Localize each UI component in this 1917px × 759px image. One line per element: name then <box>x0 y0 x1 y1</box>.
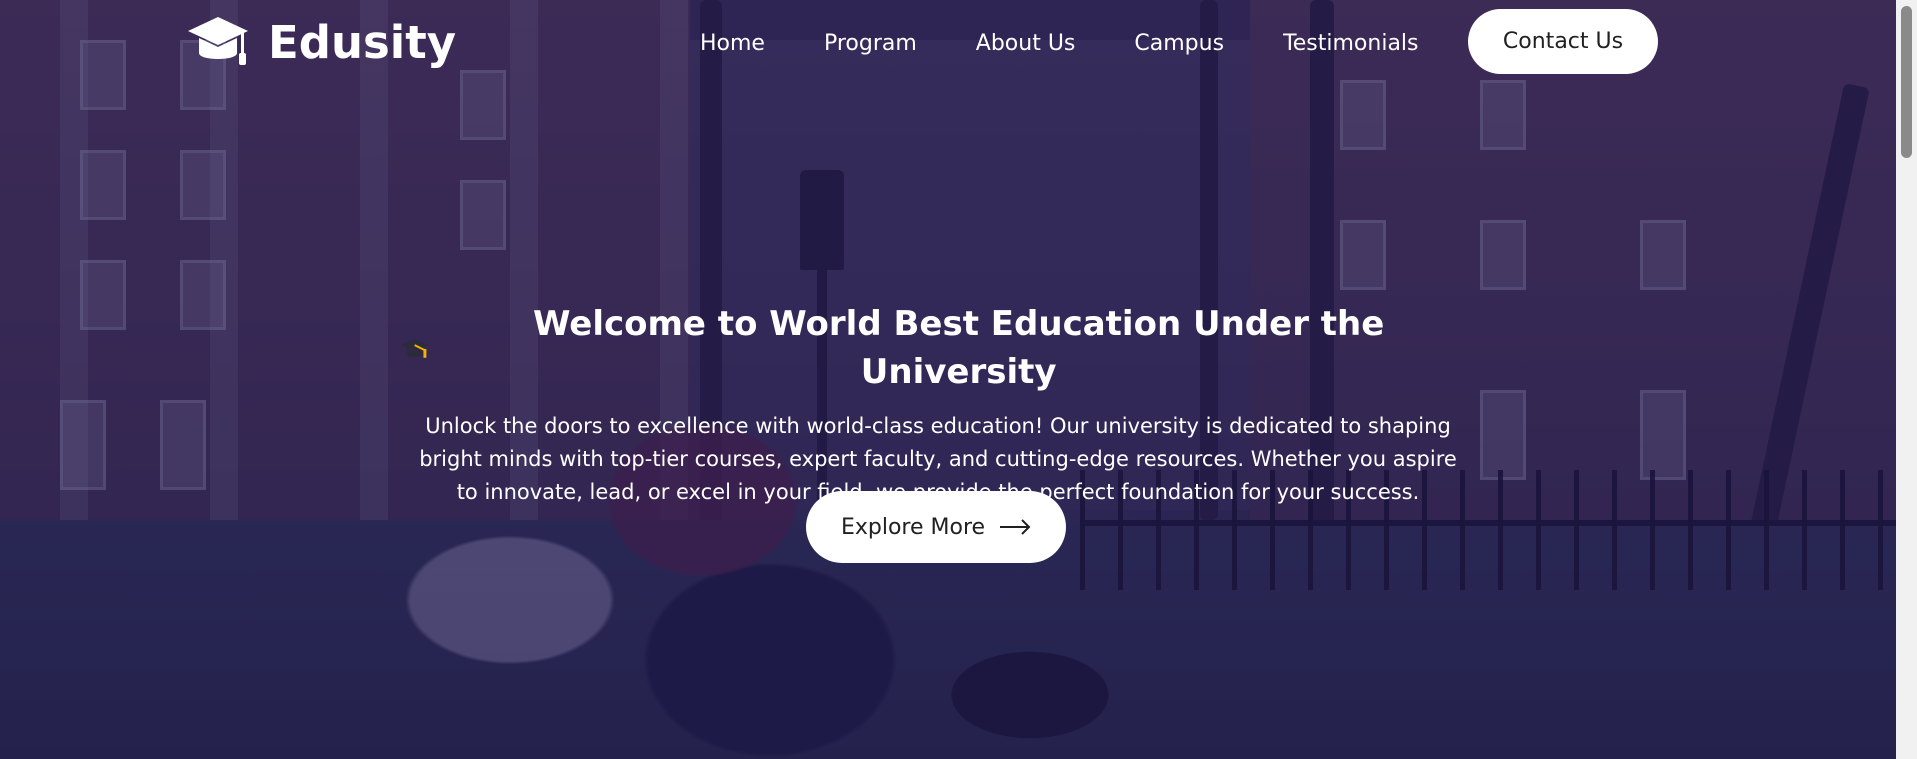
nav-item-program[interactable]: Program <box>824 31 917 56</box>
arrow-right-icon <box>1000 519 1031 535</box>
hero-content: Welcome to World Best Education Under th… <box>400 300 1476 509</box>
page-scrollbar[interactable] <box>1896 0 1917 759</box>
explore-more-button[interactable]: Explore More <box>806 491 1066 563</box>
hero-title-text: Welcome to World Best Education Under th… <box>532 304 1385 392</box>
graduation-cap-emoji-icon <box>400 339 429 358</box>
explore-more-label: Explore More <box>840 514 986 540</box>
scrollbar-thumb[interactable] <box>1901 6 1912 158</box>
nav-item-campus[interactable]: Campus <box>1134 31 1224 56</box>
logo[interactable]: Edusity <box>186 12 456 72</box>
navbar: Edusity Home Program About Us Campus Tes… <box>0 0 1896 86</box>
hero-title: Welcome to World Best Education Under th… <box>400 300 1476 396</box>
graduation-cap-icon <box>188 17 248 65</box>
nav-item-home[interactable]: Home <box>700 31 765 56</box>
contact-us-button[interactable]: Contact Us <box>1468 9 1658 74</box>
hero-section: Edusity Home Program About Us Campus Tes… <box>0 0 1896 759</box>
nav-menu: Home Program About Us Campus Testimonial… <box>700 22 1478 64</box>
nav-item-testimonials[interactable]: Testimonials <box>1283 31 1418 56</box>
nav-item-about-us[interactable]: About Us <box>976 31 1076 56</box>
brand-name: Edusity <box>268 15 457 69</box>
